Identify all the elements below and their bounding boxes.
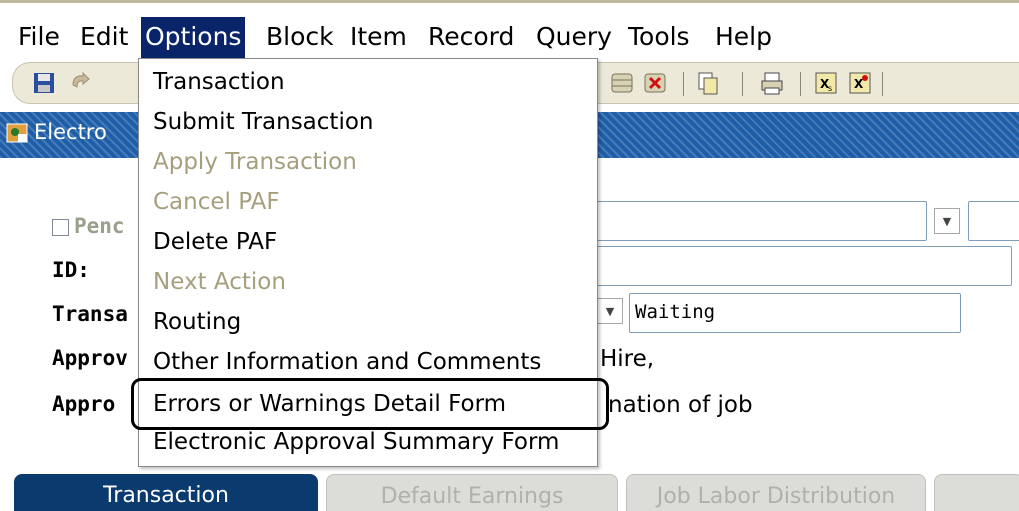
menu-option-cancel-paf[interactable]: Cancel PAF <box>153 185 280 219</box>
menu-option-delete-paf[interactable]: Delete PAF <box>153 225 277 259</box>
copy-icon[interactable] <box>694 69 722 97</box>
menu-item[interactable]: Item <box>346 17 411 59</box>
exit-icon[interactable]: Xs <box>812 69 840 97</box>
window-title: Electro <box>34 120 107 144</box>
id-field[interactable] <box>590 246 1012 286</box>
pending-label: Penc <box>74 214 125 238</box>
exit-quit-icon[interactable]: X <box>846 69 874 97</box>
app-icon <box>6 122 30 146</box>
menu-block[interactable]: Block <box>262 17 338 59</box>
tab-transaction[interactable]: Transaction <box>14 474 318 511</box>
toolbar-separator <box>742 72 743 96</box>
delete-record-icon[interactable] <box>641 69 669 97</box>
field-top-2[interactable] <box>968 201 1019 241</box>
menu-query[interactable]: Query <box>532 17 616 59</box>
rollback-icon[interactable] <box>66 69 94 97</box>
menu-option-transaction[interactable]: Transaction <box>153 65 285 99</box>
save-icon[interactable] <box>30 69 58 97</box>
approval-text-1: Hire, <box>600 346 655 372</box>
menu-option-next-action[interactable]: Next Action <box>153 265 286 299</box>
menu-option-routing[interactable]: Routing <box>153 305 241 339</box>
menu-option-apply-transaction[interactable]: Apply Transaction <box>153 145 357 179</box>
print-icon[interactable] <box>758 69 786 97</box>
menu-edit[interactable]: Edit <box>76 17 132 59</box>
toolbar-separator <box>683 72 684 96</box>
approval-text-2: nation of job <box>608 392 753 418</box>
menu-option-other-information[interactable]: Other Information and Comments <box>153 345 541 379</box>
toolbar-separator <box>882 72 883 96</box>
dropdown-arrow-icon[interactable]: ▼ <box>934 208 960 234</box>
approval-label-2: Appro <box>52 392 116 416</box>
tab-default-earnings[interactable]: Default Earnings <box>326 474 618 511</box>
menu-option-electronic-approval-summary[interactable]: Electronic Approval Summary Form <box>153 425 559 459</box>
id-label: ID: <box>52 258 90 282</box>
dropdown-arrow-icon[interactable]: ▼ <box>597 298 623 324</box>
menu-tools[interactable]: Tools <box>624 17 694 59</box>
approval-label-1: Approv <box>52 346 128 370</box>
highlight-annotation-box <box>131 378 609 430</box>
menu-help[interactable]: Help <box>711 17 776 59</box>
status-field[interactable]: Waiting <box>629 293 961 333</box>
transaction-label: Transa <box>52 302 128 326</box>
menu-options[interactable]: Options <box>141 17 246 59</box>
menu-option-submit-transaction[interactable]: Submit Transaction <box>153 105 373 139</box>
tab-more[interactable] <box>934 474 1019 511</box>
menu-record[interactable]: Record <box>424 17 518 59</box>
pending-checkbox[interactable] <box>52 219 69 236</box>
database-icon[interactable] <box>608 69 636 97</box>
toolbar-separator <box>800 72 801 96</box>
menu-file[interactable]: File <box>14 17 64 59</box>
svg-text:s: s <box>828 84 832 93</box>
field-top-1[interactable] <box>590 201 927 241</box>
tab-job-labor-distribution[interactable]: Job Labor Distribution <box>626 474 926 511</box>
menu-bar: File Edit Options Block Item Record Quer… <box>0 0 1019 59</box>
